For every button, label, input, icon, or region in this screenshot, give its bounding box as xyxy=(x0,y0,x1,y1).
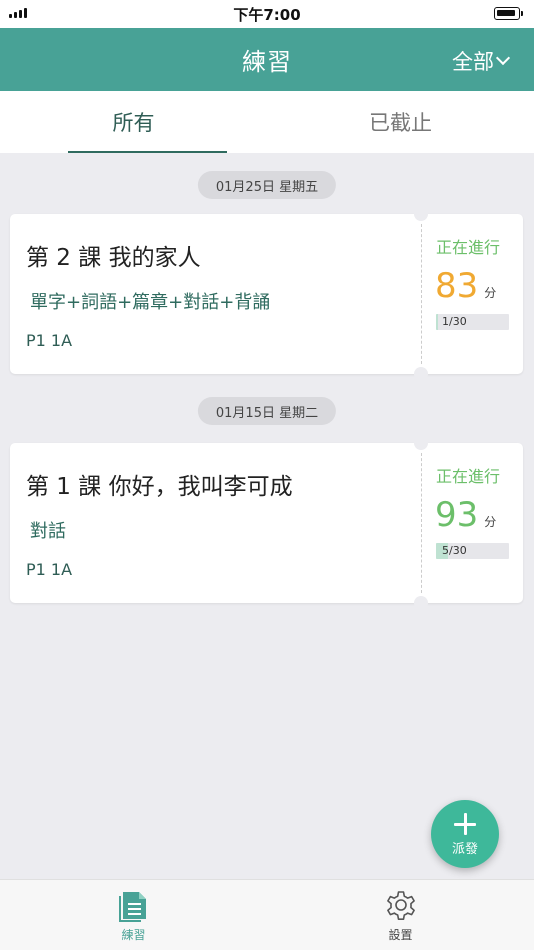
assignment-card[interactable]: 第 1 課 你好，我叫李可成 對話 P1 1A 正在進行 93 分 5/30 xyxy=(10,436,523,610)
card-score: 83 分 xyxy=(435,266,496,306)
tabbar-label: 練習 xyxy=(121,928,146,942)
tabbar-item-practice[interactable]: 練習 xyxy=(0,880,267,950)
progress-fill xyxy=(436,314,439,330)
progress-bar: 1/30 xyxy=(436,314,509,330)
signal-icon xyxy=(9,8,27,18)
battery-icon xyxy=(494,7,523,20)
assign-button-label: 派發 xyxy=(451,842,478,857)
score-unit: 分 xyxy=(484,286,497,300)
progress-bar: 5/30 xyxy=(436,543,509,559)
card-title: 第 2 課 我的家人 xyxy=(26,245,201,271)
date-chip: 01月25日 星期五 xyxy=(197,171,337,199)
assignment-card[interactable]: 第 2 課 我的家人 單字+詞語+篇章+對話+背誦 P1 1A 正在進行 83 … xyxy=(10,207,523,381)
date-chip: 01月15日 星期二 xyxy=(197,397,337,425)
assign-button[interactable]: 派發 xyxy=(431,800,499,868)
status-time: 下午7:00 xyxy=(233,5,301,24)
card-status: 正在進行 xyxy=(436,467,501,486)
plus-icon xyxy=(454,813,476,835)
card-title: 第 1 課 你好，我叫李可成 xyxy=(26,474,293,500)
filter-dropdown[interactable]: 全部 xyxy=(452,46,511,76)
app-screen: 下午7:00 練習 全部 所有 已截止 01月25日 星期五 第 2 課 我的家… xyxy=(0,0,534,950)
nav-bar: 練習 全部 xyxy=(0,28,534,91)
score-value: 93 xyxy=(435,495,479,535)
bottom-tab-bar: 練習 設置 xyxy=(0,879,534,950)
segment-tabs: 所有 已截止 xyxy=(0,91,534,153)
progress-label: 1/30 xyxy=(442,315,467,328)
progress-label: 5/30 xyxy=(442,544,467,557)
filter-label: 全部 xyxy=(452,50,494,74)
card-score: 93 分 xyxy=(435,495,496,535)
gear-icon xyxy=(386,891,415,920)
card-class: P1 1A xyxy=(26,560,73,579)
status-bar: 下午7:00 xyxy=(0,0,534,28)
chevron-down-icon xyxy=(495,50,511,66)
card-skills: 對話 xyxy=(30,521,66,542)
card-skills: 單字+詞語+篇章+對話+背誦 xyxy=(30,292,271,313)
card-status: 正在進行 xyxy=(436,238,501,257)
tab-all[interactable]: 所有 xyxy=(0,91,267,153)
score-value: 83 xyxy=(435,266,479,306)
tab-expired[interactable]: 已截止 xyxy=(267,91,534,153)
card-class: P1 1A xyxy=(26,331,73,350)
tabbar-item-settings[interactable]: 設置 xyxy=(267,880,534,950)
page-title: 練習 xyxy=(242,48,292,76)
tabbar-label: 設置 xyxy=(388,928,413,942)
score-unit: 分 xyxy=(484,515,497,529)
document-icon xyxy=(118,892,146,922)
